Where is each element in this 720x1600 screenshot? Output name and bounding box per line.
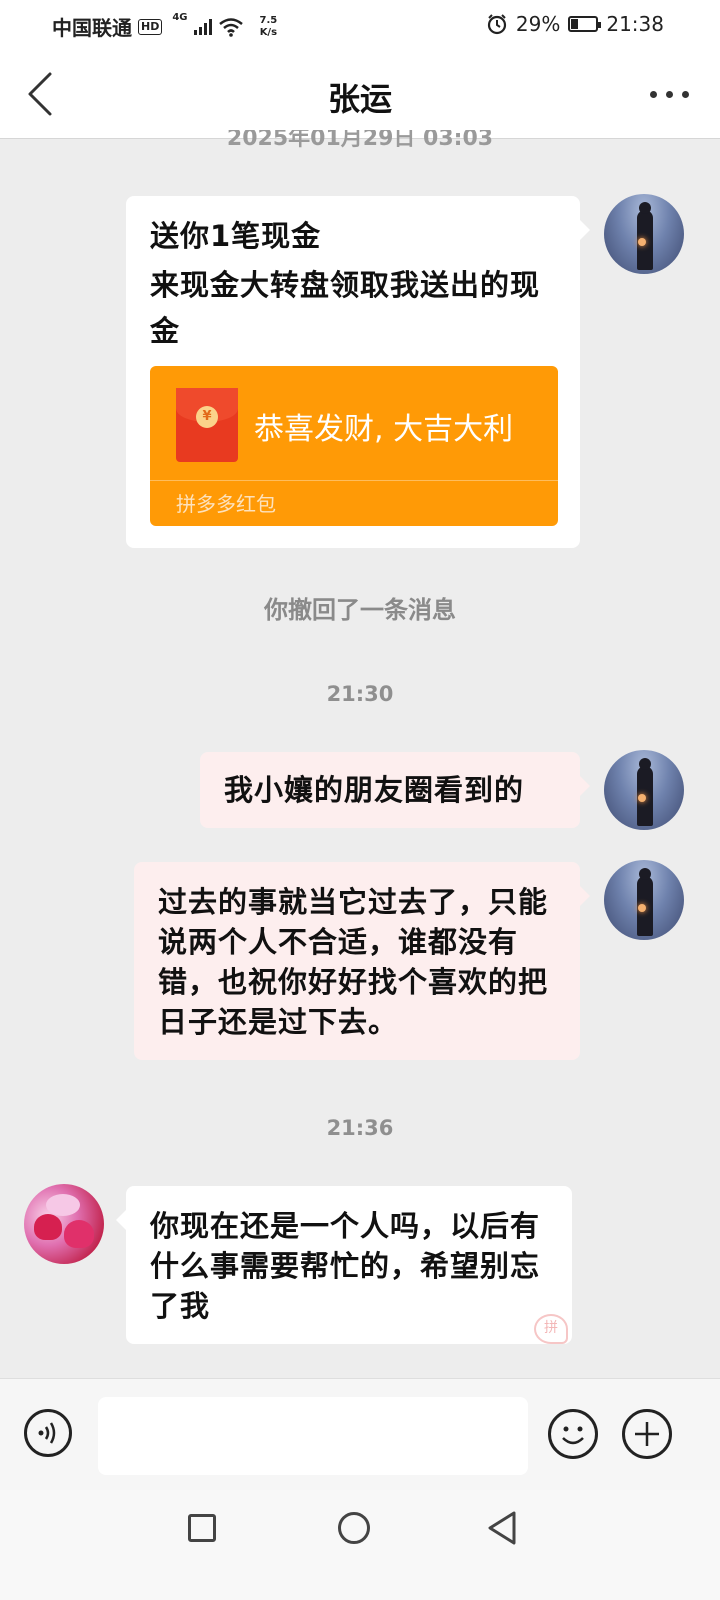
timestamp-top: 2025年01月29日 03:03 xyxy=(0,130,720,154)
wifi-icon xyxy=(218,17,243,37)
network-speed: 7.5 K/s xyxy=(260,15,278,39)
my-avatar[interactable] xyxy=(604,750,684,830)
hongbao-card[interactable]: ¥ 恭喜发财, 大吉大利 拼多多红包 xyxy=(150,366,558,526)
chat-title: 张运 xyxy=(327,80,392,118)
hongbao-greeting: 恭喜发财, 大吉大利 xyxy=(254,412,514,447)
emoji-icon[interactable] xyxy=(548,1409,598,1459)
hd-badge: HD xyxy=(138,18,163,35)
nav-back-icon[interactable] xyxy=(486,1510,518,1546)
message-text: 过去的事就当它过去了，只能说两个人不合适，谁都没有错，也祝你好好找个喜欢的把日子… xyxy=(158,885,549,1039)
hongbao-label: 拼多多红包 xyxy=(176,492,276,516)
more-options-icon[interactable] xyxy=(650,84,698,104)
red-envelope-icon: ¥ xyxy=(176,388,238,462)
message-bubble-outgoing[interactable]: 过去的事就当它过去了，只能说两个人不合适，谁都没有错，也祝你好好找个喜欢的把日子… xyxy=(134,862,590,1060)
recent-apps-icon[interactable] xyxy=(188,1514,216,1542)
recall-notice: 你撤回了一条消息 xyxy=(264,596,456,624)
chat-header: 张运 xyxy=(0,50,720,139)
battery-percent: 29% xyxy=(515,12,561,36)
status-bar: 中国联通 HD 4G 7.5 K/s 29% 21:38 xyxy=(0,0,720,50)
status-right: 29% 21:38 xyxy=(486,12,664,36)
voice-input-icon[interactable] xyxy=(24,1409,72,1457)
timestamp-top-text: 2025年01月29日 03:03 xyxy=(226,130,494,151)
signal-icon xyxy=(193,18,212,35)
clock: 21:38 xyxy=(606,12,664,36)
message-text: 我小孃的朋友圈看到的 xyxy=(224,773,525,807)
battery-fill xyxy=(571,19,579,29)
pdd-stamp-icon: 拼 xyxy=(534,1314,568,1344)
add-icon[interactable] xyxy=(622,1409,672,1459)
hongbao-title: 送你1笔现金 xyxy=(150,219,322,253)
alarm-icon xyxy=(487,14,507,35)
speed-unit: K/s xyxy=(259,26,278,38)
status-left: 中国联通 HD 4G 7.5 K/s xyxy=(52,12,277,41)
network-type: 4G xyxy=(172,12,188,23)
home-icon[interactable] xyxy=(338,1512,370,1544)
hongbao-description: 来现金大转盘领取我送出的现金 xyxy=(150,268,541,348)
timestamp: 21:36 xyxy=(326,1116,394,1140)
message-bubble-incoming[interactable]: 你现在还是一个人吗，以后有什么事需要帮忙的，希望别忘了我 拼 xyxy=(116,1186,572,1344)
message-text: 你现在还是一个人吗，以后有什么事需要帮忙的，希望别忘了我 xyxy=(150,1209,541,1323)
timestamp: 21:30 xyxy=(326,682,394,706)
speed-value: 7.5 xyxy=(259,14,278,26)
carrier-label: 中国联通 xyxy=(52,16,132,40)
system-nav-bar xyxy=(0,1490,720,1600)
message-bubble-outgoing[interactable]: 我小孃的朋友圈看到的 xyxy=(200,752,590,828)
my-avatar[interactable] xyxy=(604,860,684,940)
input-bar xyxy=(0,1378,720,1491)
message-bubble-hongbao[interactable]: 送你1笔现金 来现金大转盘领取我送出的现金 ¥ 恭喜发财, 大吉大利 拼多多红包 xyxy=(126,196,590,548)
message-input[interactable] xyxy=(98,1397,528,1475)
contact-avatar[interactable] xyxy=(24,1184,104,1264)
coin-icon: ¥ xyxy=(196,406,218,428)
battery-icon xyxy=(568,16,602,32)
my-avatar[interactable] xyxy=(604,194,684,274)
